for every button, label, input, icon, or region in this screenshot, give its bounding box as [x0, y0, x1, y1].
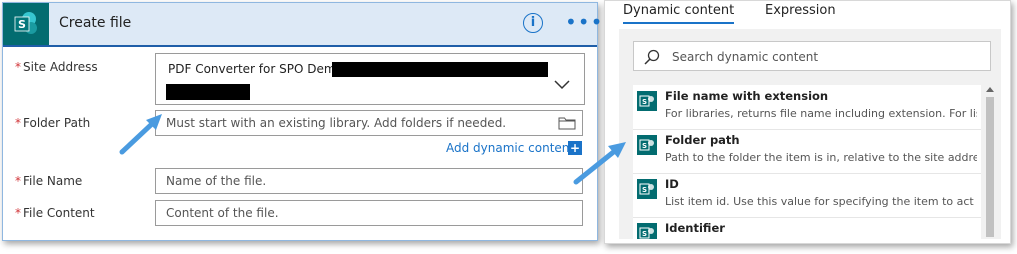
- svg-text:S: S: [642, 142, 647, 150]
- dynamic-content-list: S File name with extension For libraries…: [633, 85, 981, 239]
- site-address-value: PDF Converter for SPO Demo -: [168, 62, 351, 76]
- list-item[interactable]: S File name with extension For libraries…: [633, 85, 981, 130]
- dynamic-content-panel: Dynamic content Expression S File name w…: [604, 0, 1011, 244]
- item-description: Path to the folder the item is in, relat…: [665, 151, 977, 164]
- folder-icon[interactable]: [558, 116, 576, 130]
- sharepoint-icon: S: [637, 223, 657, 239]
- annotation-arrow-icon: [119, 114, 162, 155]
- info-icon[interactable]: i: [523, 13, 543, 33]
- panel-body: S File name with extension For libraries…: [619, 29, 1001, 239]
- file-name-label: * File Name: [15, 174, 83, 188]
- required-marker: *: [15, 116, 21, 130]
- list-item[interactable]: S Identifier: [633, 217, 981, 239]
- search-icon: [644, 49, 660, 65]
- chevron-down-icon[interactable]: [554, 80, 570, 90]
- redaction-bar: [332, 62, 548, 77]
- redaction-bar: [166, 84, 250, 100]
- search-input[interactable]: [670, 42, 984, 72]
- svg-text:S: S: [642, 186, 647, 194]
- item-name: File name with extension: [665, 89, 829, 103]
- svg-text:S: S: [642, 98, 647, 106]
- required-marker: *: [15, 174, 21, 188]
- folder-path-label: * Folder Path: [15, 116, 91, 130]
- tab-expression[interactable]: Expression: [765, 3, 836, 18]
- item-name: ID: [665, 177, 679, 191]
- sharepoint-icon: S: [637, 91, 657, 111]
- list-item[interactable]: S ID List item id. Use this value for sp…: [633, 173, 981, 218]
- site-address-label: * Site Address: [15, 60, 98, 74]
- svg-text:S: S: [18, 18, 26, 31]
- scroll-up-arrow-icon[interactable]: [986, 87, 994, 92]
- sharepoint-icon: S: [637, 135, 657, 155]
- required-marker: *: [15, 60, 21, 74]
- scrollbar[interactable]: [983, 85, 997, 239]
- svg-text:S: S: [642, 230, 647, 238]
- folder-path-field[interactable]: [156, 111, 566, 135]
- folder-path-input[interactable]: [155, 110, 583, 136]
- file-content-field[interactable]: [156, 201, 566, 225]
- file-content-label: * File Content: [15, 206, 95, 220]
- add-dynamic-content-link[interactable]: Add dynamic content: [446, 141, 574, 155]
- item-description: For libraries, returns file name includi…: [665, 107, 977, 120]
- list-item[interactable]: S Folder path Path to the folder the ite…: [633, 129, 981, 174]
- item-description: List item id. Use this value for specify…: [665, 195, 977, 208]
- scroll-thumb[interactable]: [986, 97, 994, 237]
- create-file-card: S Create file i ••• * Site Address PDF Co…: [2, 2, 602, 241]
- required-marker: *: [15, 206, 21, 220]
- search-box[interactable]: [633, 41, 991, 72]
- file-content-input[interactable]: [155, 200, 583, 226]
- annotation-arrow-icon: [573, 142, 626, 185]
- item-name: Identifier: [665, 221, 725, 235]
- file-name-field[interactable]: [156, 169, 566, 193]
- site-address-dropdown[interactable]: PDF Converter for SPO Demo -: [155, 53, 585, 105]
- item-name: Folder path: [665, 133, 740, 147]
- file-name-input[interactable]: [155, 168, 583, 194]
- panel-tabs: Dynamic content Expression: [605, 1, 1010, 27]
- tab-dynamic-content[interactable]: Dynamic content: [623, 3, 735, 24]
- more-options-icon[interactable]: •••: [565, 10, 603, 34]
- card-title: Create file: [59, 15, 132, 31]
- card-header[interactable]: S Create file i •••: [3, 3, 602, 47]
- sharepoint-icon: S: [637, 179, 657, 199]
- sharepoint-icon: S: [3, 3, 49, 45]
